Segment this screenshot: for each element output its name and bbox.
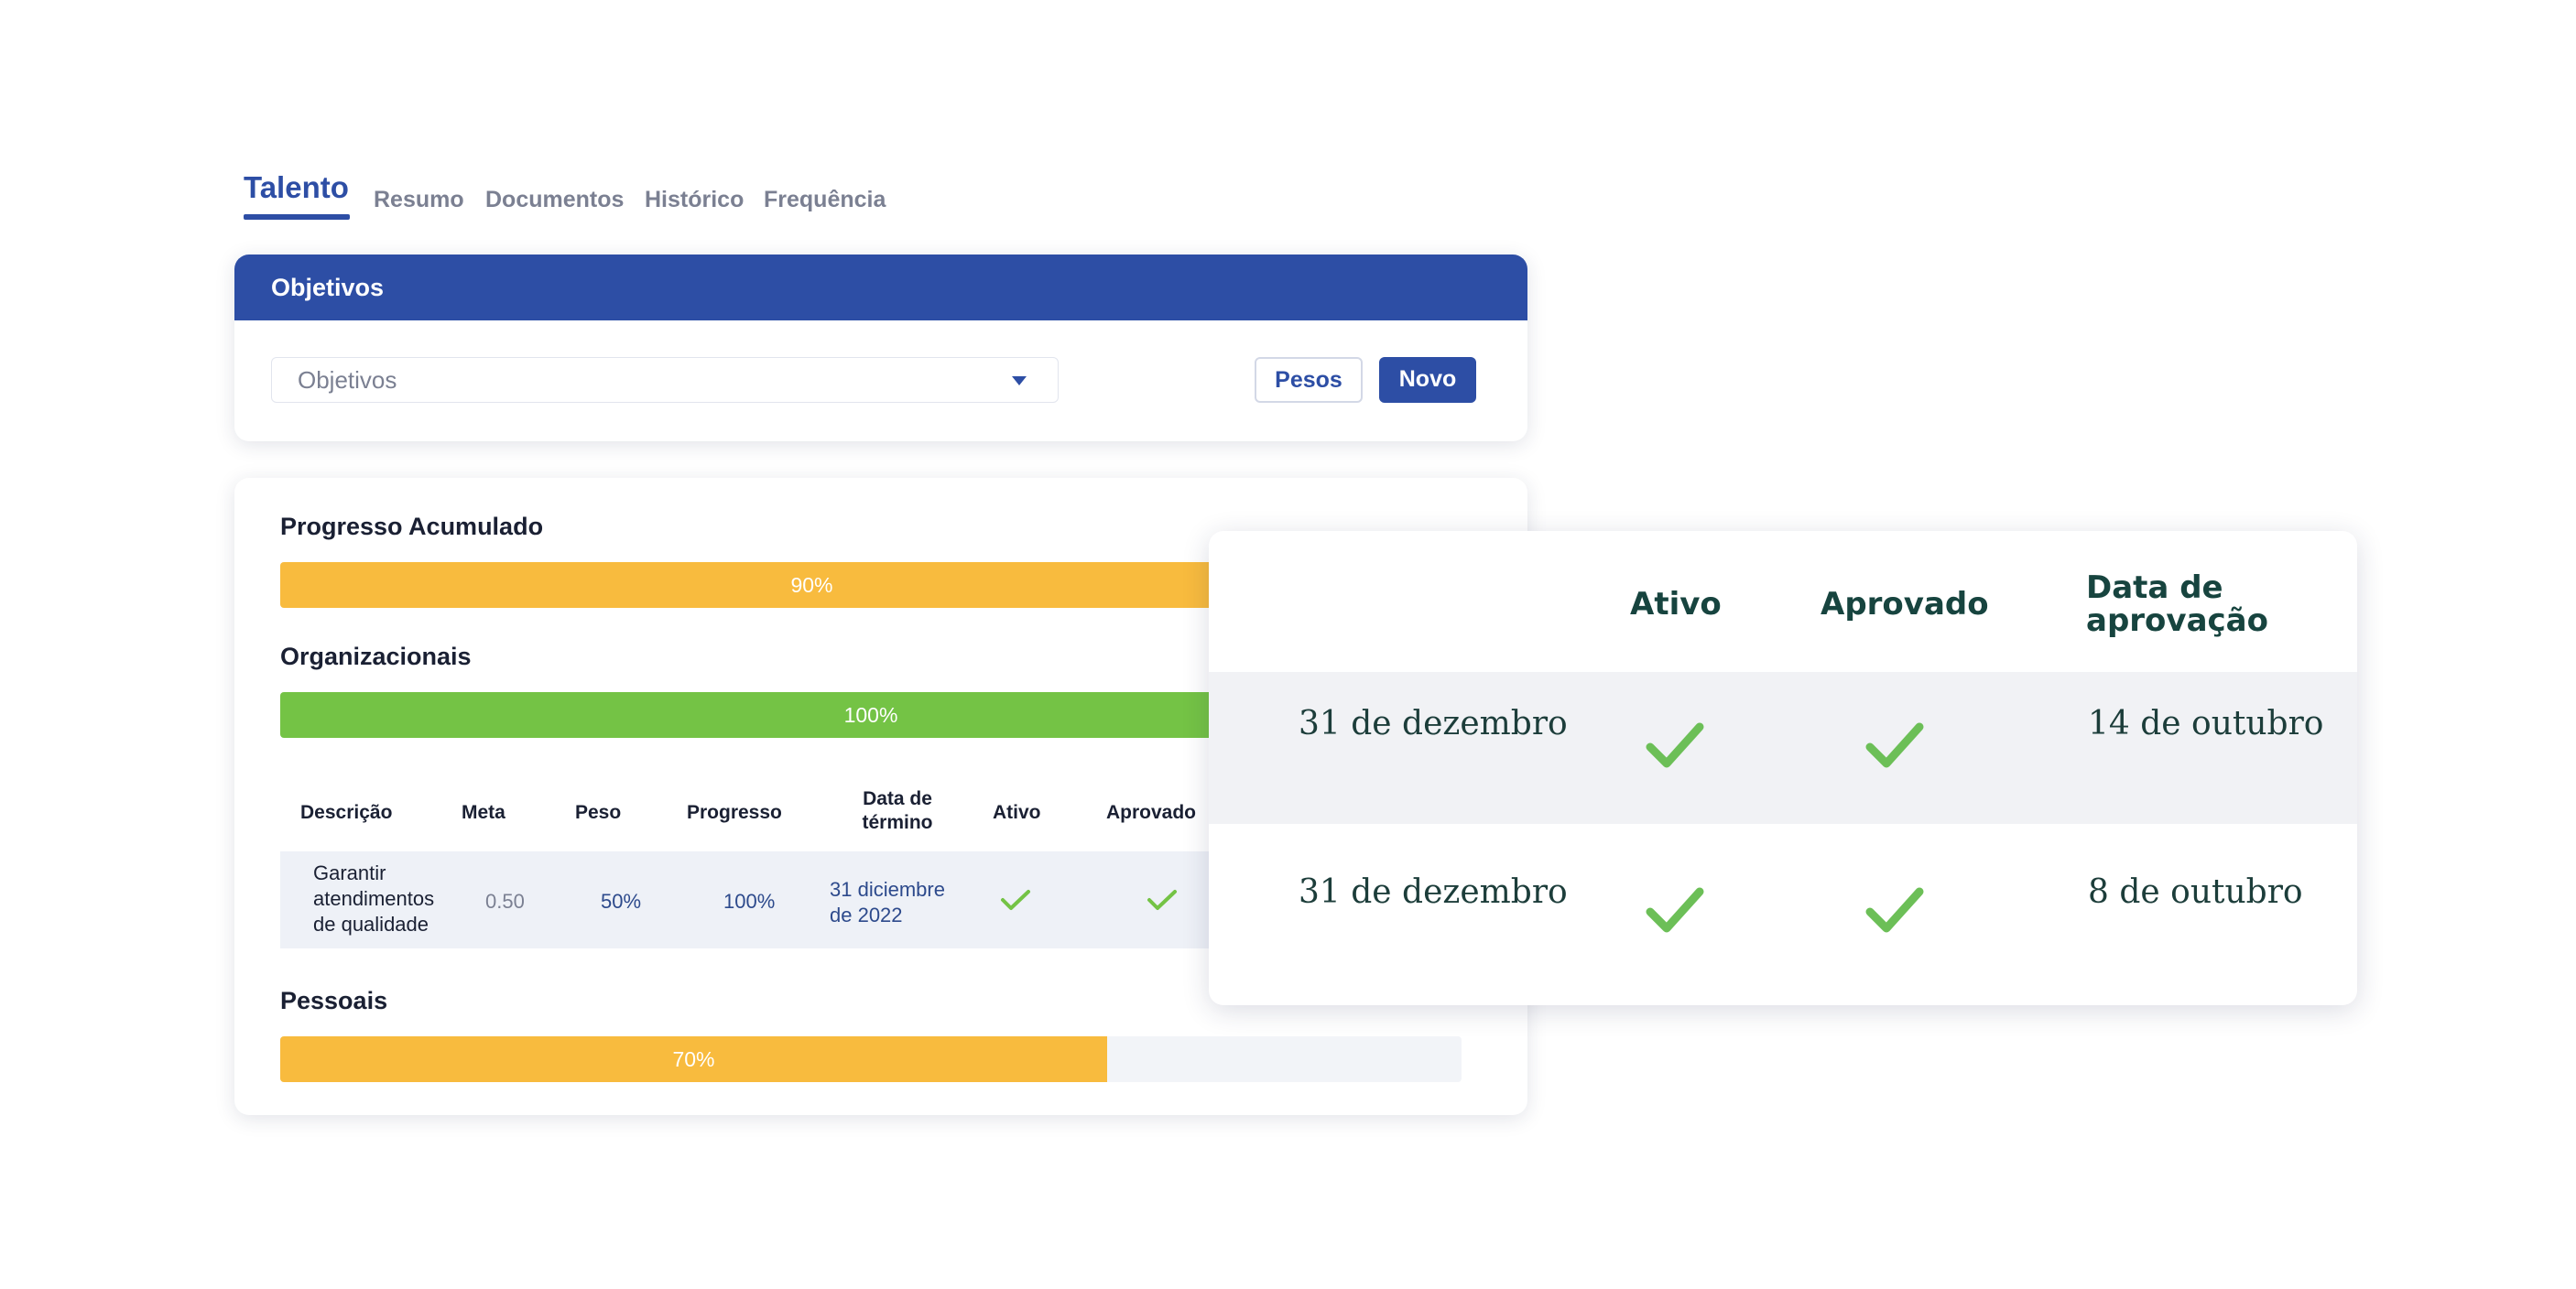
- row-descricao-line1: Garantir: [313, 861, 386, 884]
- col-header-aprovado: Aprovado: [1106, 802, 1197, 823]
- progresso-acumulado-title: Progresso Acumulado: [280, 513, 544, 540]
- tab-historico[interactable]: Histórico: [645, 187, 744, 213]
- row-data-termino-line2: de 2022: [830, 904, 903, 926]
- row-peso: 50%: [601, 890, 642, 913]
- overlay-col-header-data-aprovacao: Data de aprovação: [2086, 571, 2268, 637]
- row-data-termino-line1: 31 diciembre: [830, 878, 945, 901]
- overlay-row-1-date: 31 de dezembro: [1299, 705, 1568, 742]
- objetivos-card: Objetivos Objetivos Pesos Novo: [234, 255, 1527, 441]
- col-header-ativo: Ativo: [993, 802, 1041, 823]
- pesos-button[interactable]: Pesos: [1255, 357, 1363, 403]
- overlay-row-1[interactable]: 31 de dezembro 14 de outubro: [1209, 672, 2357, 824]
- overlay-col-header-data-aprovacao-line2: aprovação: [2086, 602, 2268, 639]
- overlay-row-2-ativo-check-icon: [1646, 887, 1704, 933]
- organizacionais-title: Organizacionais: [280, 643, 472, 670]
- approval-overlay-card: Ativo Aprovado Data de aprovação 31 de d…: [1209, 531, 2357, 1005]
- row-data-termino: 31 diciembre de 2022: [830, 877, 945, 928]
- pessoais-fill: 70%: [280, 1036, 1107, 1082]
- active-tab-indicator: [244, 214, 350, 220]
- col-header-data-termino-line1: Data de: [863, 788, 932, 809]
- row-ativo-check-icon: [1001, 890, 1030, 910]
- row-meta: 0.50: [485, 890, 525, 913]
- col-header-data-termino: Data de término: [842, 787, 952, 835]
- pessoais-title: Pessoais: [280, 987, 388, 1014]
- overlay-row-2-aprovado-check-icon: [1865, 887, 1924, 933]
- overlay-row-1-aprovado-check-icon: [1865, 722, 1924, 768]
- col-header-meta: Meta: [462, 802, 505, 823]
- objetivos-select-value: Objetivos: [298, 366, 397, 394]
- tab-documentos[interactable]: Documentos: [485, 187, 624, 213]
- overlay-row-1-ativo-check-icon: [1646, 722, 1704, 768]
- overlay-col-header-ativo: Ativo: [1630, 586, 1722, 623]
- overlay-col-header-aprovado: Aprovado: [1821, 586, 1989, 623]
- col-header-data-termino-line2: término: [862, 812, 933, 833]
- tab-resumo[interactable]: Resumo: [374, 187, 464, 213]
- col-header-descricao: Descrição: [300, 802, 393, 823]
- pessoais-bar: 70%: [280, 1036, 1462, 1082]
- overlay-row-2-date: 31 de dezembro: [1299, 873, 1568, 911]
- tab-talento[interactable]: Talento: [244, 170, 349, 205]
- overlay-row-2[interactable]: 31 de dezembro 8 de outubro: [1209, 824, 2357, 976]
- col-header-progresso: Progresso: [687, 802, 782, 823]
- objetivos-select[interactable]: Objetivos: [271, 357, 1059, 403]
- row-descricao-line3: de qualidade: [313, 913, 429, 936]
- col-header-peso: Peso: [575, 802, 622, 823]
- novo-button[interactable]: Novo: [1379, 357, 1476, 403]
- row-descricao: Garantir atendimentos de qualidade: [313, 861, 434, 937]
- tab-frequencia[interactable]: Frequência: [764, 187, 886, 213]
- caret-down-icon: [1012, 376, 1027, 385]
- row-descricao-line2: atendimentos: [313, 887, 435, 910]
- overlay-col-header-data-aprovacao-line1: Data de: [2086, 569, 2223, 606]
- overlay-row-2-data-aprovacao: 8 de outubro: [2088, 873, 2303, 911]
- objetivos-header: Objetivos: [234, 255, 1527, 320]
- overlay-row-1-data-aprovacao: 14 de outubro: [2088, 705, 2324, 742]
- progresso-acumulado-fill: 90%: [280, 562, 1343, 608]
- row-progresso: 100%: [723, 890, 776, 913]
- row-aprovado-check-icon: [1147, 890, 1177, 910]
